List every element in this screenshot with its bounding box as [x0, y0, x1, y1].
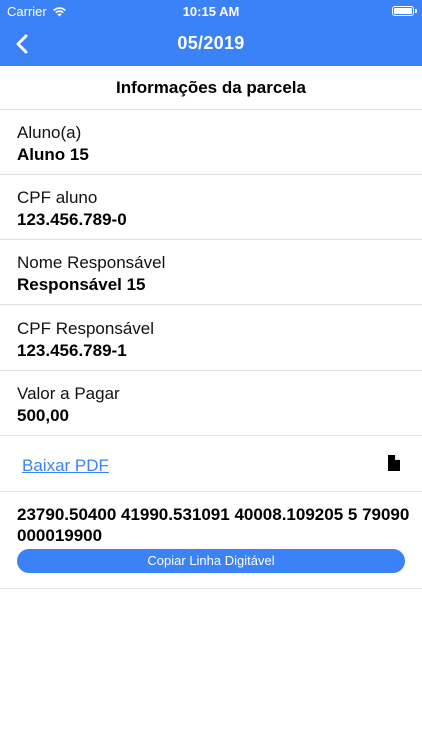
status-bar: Carrier 10:15 AM [0, 0, 422, 22]
field-label: Valor a Pagar [17, 384, 120, 403]
field-label: CPF Responsável [17, 319, 155, 338]
field-value: Aluno 15 [17, 145, 89, 164]
page-title: 05/2019 [177, 33, 245, 53]
copy-digitable-line-button[interactable]: Copiar Linha Digitável [17, 549, 405, 573]
info-row: Nome Responsável Responsável 15 [0, 240, 422, 305]
field-value: 500,00 [17, 406, 69, 425]
field-value: 123.456.789-1 [17, 341, 127, 360]
field-label: Nome Responsável [17, 253, 166, 272]
info-row: Valor a Pagar 500,00 [0, 371, 422, 436]
section-title: Informações da parcela [0, 66, 422, 110]
status-time: 10:15 AM [182, 4, 240, 19]
barcode-section: 23790.50400 41990.531091 40008.109205 5 … [0, 492, 422, 589]
field-label: CPF aluno [17, 188, 98, 207]
field-value: 123.456.789-0 [17, 210, 127, 229]
info-row: Aluno(a) Aluno 15 [0, 110, 422, 175]
digitable-line: 23790.50400 41990.531091 40008.109205 5 … [17, 505, 410, 545]
battery-level [394, 8, 412, 14]
document-icon[interactable] [388, 455, 400, 471]
field-label: Aluno(a) [17, 123, 82, 142]
pdf-row: Baixar PDF [0, 436, 422, 492]
field-value: Responsável 15 [17, 275, 146, 294]
battery-icon [392, 6, 417, 16]
download-pdf-link[interactable]: Baixar PDF [22, 456, 109, 476]
info-row: CPF Responsável 123.456.789-1 [0, 306, 422, 371]
info-row: CPF aluno 123.456.789-0 [0, 175, 422, 240]
navigation-bar: 05/2019 [0, 22, 422, 66]
